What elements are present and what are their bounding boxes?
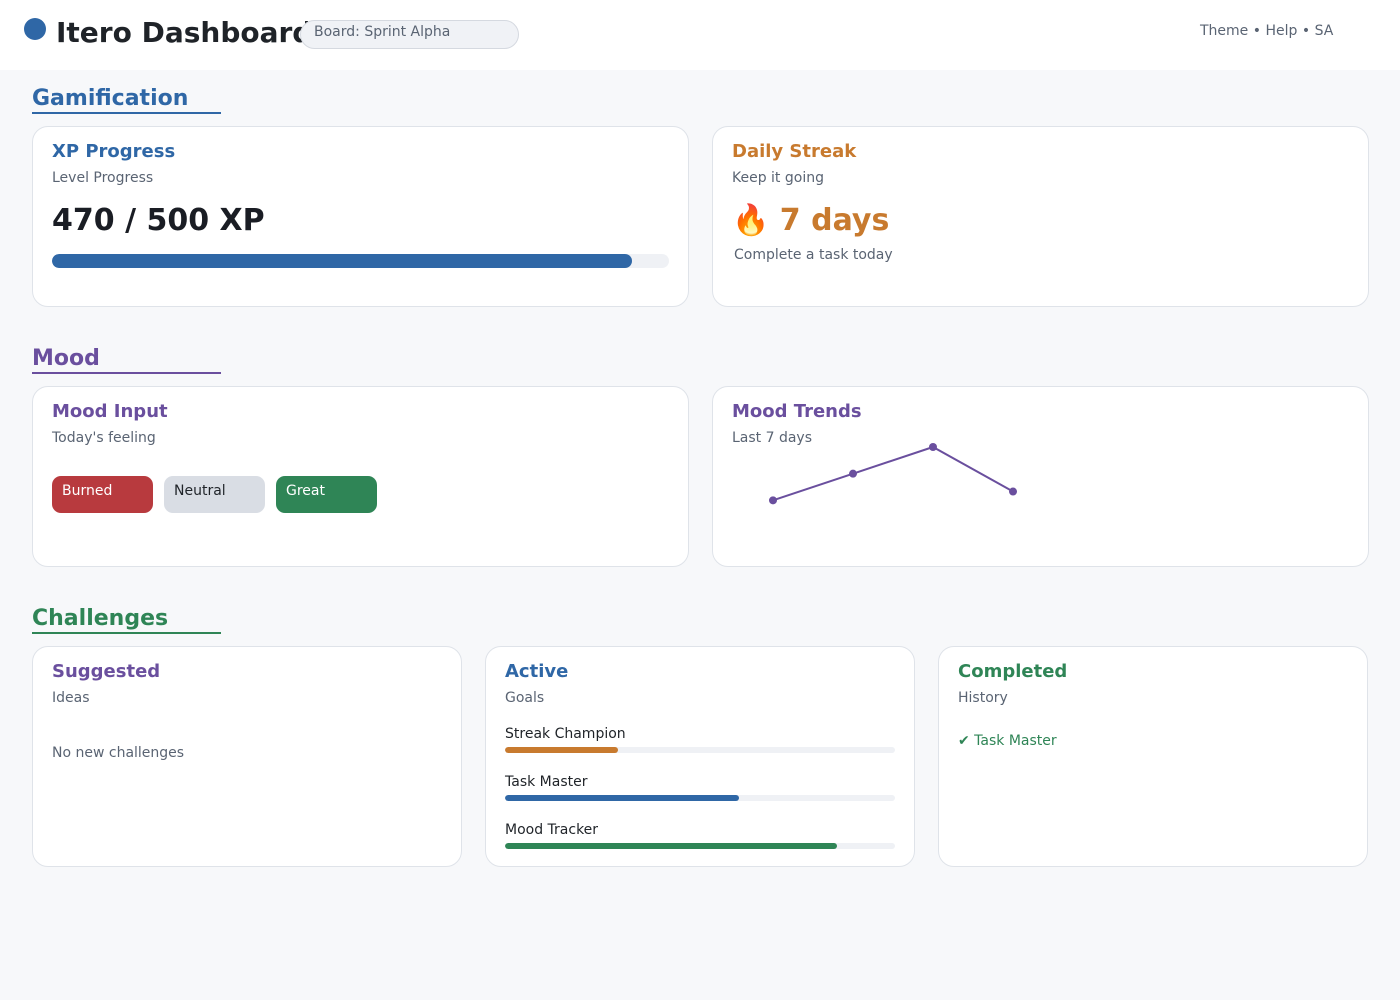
goal-progress-bar [505,843,895,849]
xp-progress-bar [52,254,669,268]
board-select[interactable]: Board: Sprint Alpha [300,20,519,49]
mood-trend-line [772,445,1014,502]
user-avatar-link[interactable]: SA [1315,23,1334,39]
theme-link[interactable]: Theme [1200,23,1248,39]
mood-trend-point [849,469,857,478]
card-title: Suggested [52,661,161,682]
xp-progress-fill [52,254,632,268]
mood-trend-point [1009,487,1017,496]
goal-progress-bar [505,795,895,801]
card-subtitle: Goals [505,690,545,706]
completed-item: ✔ Task Master [958,733,1057,749]
mood-trend-point [769,496,777,505]
goal-progress-bar [505,747,895,753]
card-subtitle: Ideas [52,690,90,706]
goal-label: Task Master [505,774,588,790]
card-subtitle: History [958,690,1008,706]
card-subtitle: Keep it going [732,170,824,186]
top-header: Itero Dashboard Board: Sprint Alpha Them… [0,0,1400,70]
streak-hint: Complete a task today [734,247,893,263]
mood-burned-button[interactable]: Burned [52,476,153,513]
goal-progress-fill [505,795,739,801]
goal-label: Streak Champion [505,726,626,742]
card-title: XP Progress [52,141,176,162]
card-title: Completed [958,661,1068,682]
mood-neutral-button[interactable]: Neutral [164,476,265,513]
goal-progress-fill [505,747,619,753]
section-title-gamification: Gamification [32,86,221,114]
card-subtitle: Today's feeling [52,430,156,446]
mood-great-button[interactable]: Great [276,476,377,513]
app-title: Itero Dashboard [56,16,308,49]
header-links: Theme • Help • SA [1200,23,1333,39]
separator: • [1301,23,1311,39]
empty-message: No new challenges [52,745,185,761]
section-title-mood: Mood [32,346,221,374]
goal-progress-fill [505,843,837,849]
card-title: Active [505,661,569,682]
mood-input-card: Mood Input Today's feeling Burned Neutra… [32,386,689,567]
card-title: Daily Streak [732,141,857,162]
daily-streak-card: Daily Streak Keep it going 🔥 7 days Comp… [712,126,1369,307]
separator: • [1252,23,1262,39]
logo-icon [24,18,46,40]
help-link[interactable]: Help [1265,23,1297,39]
suggested-challenges-card: Suggested Ideas No new challenges [32,646,462,867]
section-title-challenges: Challenges [32,606,221,634]
mood-trends-card: Mood Trends Last 7 days [712,386,1369,567]
mood-trend-point [929,443,937,451]
card-title: Mood Input [52,401,168,422]
streak-value: 🔥 7 days [732,203,890,238]
completed-challenges-card: Completed History ✔ Task Master [938,646,1368,867]
xp-progress-card: XP Progress Level Progress 470 / 500 XP [32,126,689,307]
goal-label: Mood Tracker [505,822,599,838]
active-challenges-card: Active Goals Streak Champion Task Master… [485,646,915,867]
xp-value: 470 / 500 XP [52,203,265,238]
card-subtitle: Level Progress [52,170,154,186]
mood-trend-chart [769,443,1017,505]
